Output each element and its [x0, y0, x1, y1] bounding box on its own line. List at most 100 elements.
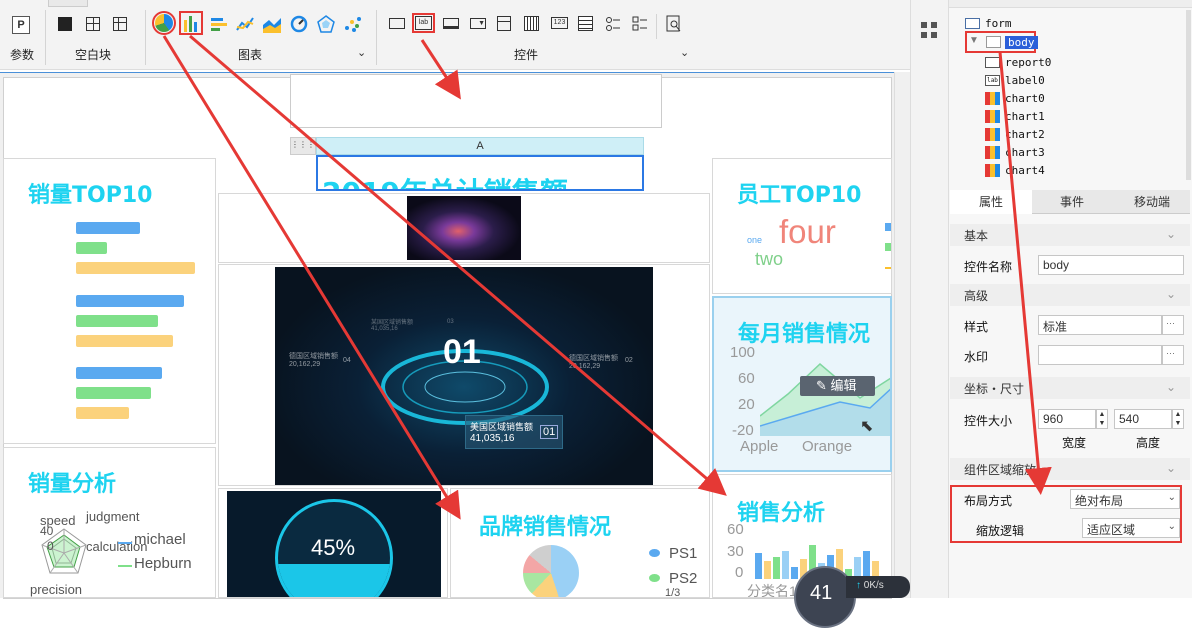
layout-panel-icon[interactable] — [921, 22, 937, 38]
x-tick: Apple — [740, 438, 779, 455]
group-label-blank: 空白块 — [75, 48, 112, 62]
report-block[interactable] — [290, 74, 662, 128]
tree-item-chart3[interactable]: chart3 — [985, 146, 1045, 159]
net-speed-value: 0K/s — [863, 580, 884, 591]
widget-name-input[interactable]: body — [1038, 255, 1184, 275]
tree-scrollbar[interactable] — [1186, 10, 1191, 180]
chart-icon — [985, 110, 1000, 123]
chevron-down-icon[interactable]: ▼ — [969, 35, 979, 46]
area-chart-icon[interactable] — [263, 15, 281, 33]
card-num: 02 — [625, 357, 633, 364]
radar-chart-icon[interactable] — [317, 15, 335, 33]
bar-chart-icon[interactable] — [179, 11, 203, 35]
legend-label: PS2 — [669, 570, 698, 587]
textarea-widget-icon[interactable] — [578, 16, 593, 31]
chart-gauge[interactable]: 45% — [218, 488, 448, 598]
tree-item-body[interactable]: body — [1005, 36, 1038, 49]
section-label: 坐标・尺寸 — [964, 382, 1025, 396]
vertical-scrollbar[interactable] — [894, 72, 910, 598]
bar — [76, 295, 184, 307]
panel-title: 员工TOP10 — [737, 183, 862, 208]
line-chart-icon[interactable] — [236, 15, 254, 33]
scale-logic-select[interactable]: 适应区域 ⌄ — [1082, 518, 1180, 538]
section-basic[interactable]: 基本 ⌄ — [950, 224, 1190, 246]
param-icon[interactable]: P — [12, 16, 30, 34]
absolute-block-icon[interactable] — [58, 17, 72, 31]
tab-mobile[interactable]: 移动端 — [1112, 190, 1192, 214]
chevron-down-icon[interactable]: ⌄ — [357, 46, 366, 59]
pie-chart — [523, 545, 579, 597]
gauge-chart-icon[interactable] — [290, 15, 308, 33]
panel-title: 销售分析 — [737, 501, 826, 526]
dashboard-block[interactable]: 01 美国区域销售额 41,035,16 01 德国区域销售额 20,162,2… — [218, 264, 710, 486]
report-column-header: A — [316, 137, 644, 155]
width-input[interactable]: 960 — [1038, 409, 1096, 429]
dashboard-card-top: 某国区域销售额 41,035,16 03 — [371, 317, 461, 333]
height-stepper[interactable]: ▲ ▼ — [1172, 409, 1184, 429]
chevron-down-icon: ⌄ — [1165, 461, 1176, 475]
section-zoom[interactable]: 组件区域缩放 ⌄ — [950, 458, 1190, 480]
watermark-input[interactable] — [1038, 345, 1162, 365]
tab-properties[interactable]: 属性 — [950, 190, 1032, 214]
tab-events[interactable]: 事件 — [1032, 190, 1112, 214]
hbar-chart-icon[interactable] — [211, 17, 227, 31]
pie-chart-icon[interactable] — [152, 11, 176, 35]
style-input[interactable]: 标准 — [1038, 315, 1162, 335]
chevron-down-icon: ⌄ — [1167, 521, 1176, 532]
date-widget-icon[interactable] — [524, 16, 539, 31]
button-widget-icon[interactable] — [443, 18, 459, 29]
tree-item-chart1[interactable]: chart1 — [985, 110, 1045, 123]
legend-page[interactable]: 1/3 — [665, 587, 680, 597]
scatter-chart-icon[interactable] — [344, 15, 362, 33]
image-block[interactable] — [218, 193, 710, 263]
scale-logic-label: 缩放逻辑 — [976, 524, 1025, 538]
watermark-picker-button[interactable]: ··· — [1162, 345, 1184, 365]
card-num: 01 — [540, 425, 559, 439]
edit-button[interactable]: ✎ 编辑 — [800, 376, 875, 396]
chevron-down-icon[interactable]: ⌄ — [680, 46, 689, 59]
tree-widget-icon[interactable] — [497, 16, 511, 31]
number-widget-icon[interactable]: 123 — [551, 17, 568, 29]
scale-logic-value: 适应区域 — [1087, 523, 1136, 537]
particle-image — [407, 196, 521, 260]
report-cell[interactable]: 2019年总计销售额 — [316, 155, 644, 191]
layout-mode-select[interactable]: 绝对布局 ⌄ — [1070, 489, 1180, 509]
checkbox-widget-icon[interactable] — [632, 16, 650, 34]
tab-block-icon[interactable] — [86, 17, 100, 31]
height-input[interactable]: 540 — [1114, 409, 1172, 429]
bar — [863, 551, 870, 579]
style-picker-button[interactable]: ··· — [1162, 315, 1184, 335]
card-num: 04 — [343, 357, 351, 364]
card-value: 41,035,16 — [470, 433, 515, 444]
query-widget-icon[interactable] — [666, 15, 684, 33]
tree-item-report0[interactable]: report0 — [985, 56, 1051, 69]
radio-widget-icon[interactable] — [605, 16, 623, 34]
tree-item-form[interactable]: form — [965, 17, 1012, 30]
tree-item-chart4[interactable]: chart4 — [985, 164, 1045, 177]
legend-line-michael — [118, 542, 132, 544]
width-stepper[interactable]: ▲ ▼ — [1096, 409, 1108, 429]
legend-label: michael — [134, 531, 186, 548]
chart-sales-analysis-radar[interactable]: 销量分析 speed judgment calculation precisio… — [3, 447, 216, 598]
grid-block-icon[interactable] — [113, 17, 127, 31]
tree-item-label0[interactable]: lab label0 — [985, 74, 1045, 87]
chevron-down-icon: ⌄ — [1165, 287, 1176, 301]
textbox-widget-icon[interactable] — [389, 18, 405, 29]
y-tick: 60 — [727, 521, 744, 538]
legend-swatch — [885, 267, 891, 269]
chart-sales-top10[interactable]: 销量TOP10 — [3, 158, 216, 444]
chart-staff-top10[interactable]: 员工TOP10 four one two — [712, 158, 892, 294]
section-coord-size[interactable]: 坐标・尺寸 ⌄ — [950, 377, 1190, 399]
tree-item-chart2[interactable]: chart2 — [985, 128, 1045, 141]
dropdown-widget-icon[interactable]: ▼ — [470, 18, 486, 29]
height-caption: 高度 — [1136, 436, 1161, 450]
y-tick: 20 — [738, 396, 755, 413]
tree-item-chart0[interactable]: chart0 — [985, 92, 1045, 105]
section-label: 高级 — [964, 289, 989, 303]
label-widget-icon[interactable]: lab — [412, 13, 435, 33]
bar — [764, 561, 771, 579]
chart-monthly-sales[interactable]: 每月销售情况 100 60 20 -20 Apple Orange ✎ 编辑 ⬉ — [712, 296, 892, 472]
section-advanced[interactable]: 高级 ⌄ — [950, 284, 1190, 306]
dashboard-card-left: 德国区域销售额 20,162,29 04 — [289, 351, 359, 375]
chart-brand-sales[interactable]: 品牌销售情况 PS1 PS2 1/3 — [450, 488, 710, 598]
